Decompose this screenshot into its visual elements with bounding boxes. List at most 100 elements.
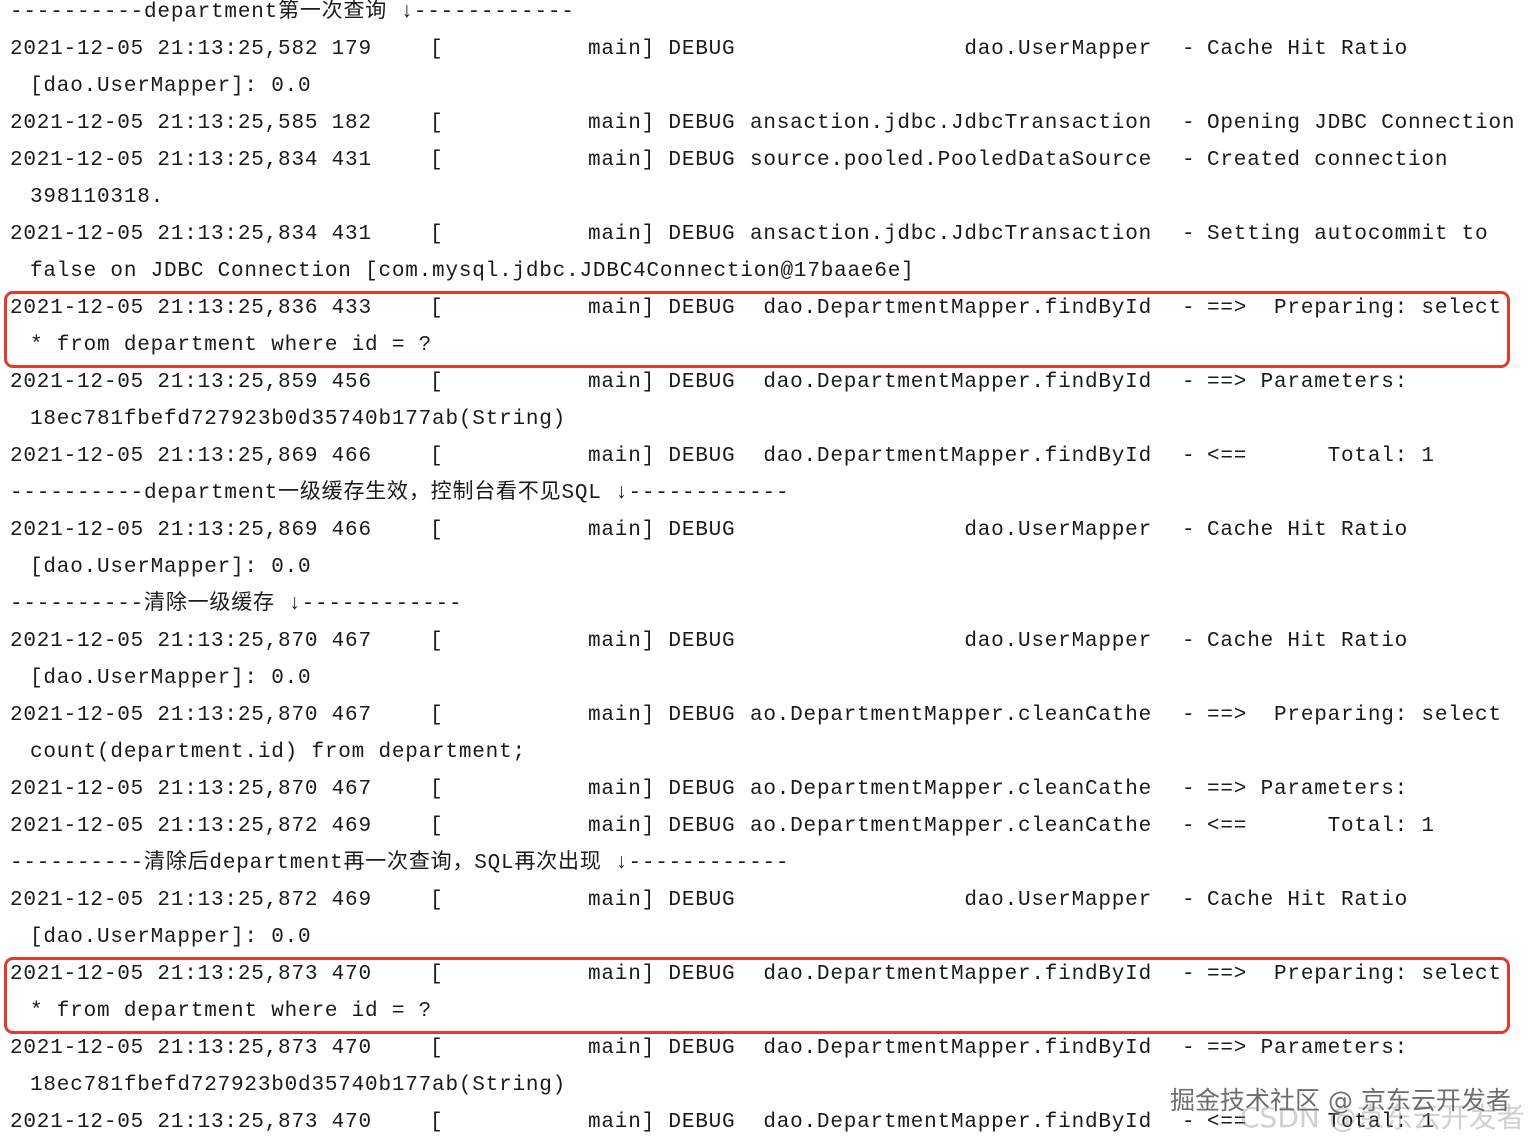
- log-continuation-text: 18ec781fbefd727923b0d35740b177ab(String): [30, 1074, 567, 1097]
- log-timestamp: 2021-12-05 21:13:25,582 179: [10, 38, 372, 61]
- log-continuation-text: [dao.UserMapper]: 0.0: [30, 667, 312, 690]
- log-thread-level: main] DEBUG: [588, 1037, 736, 1060]
- log-continuation: [dao.UserMapper]: 0.0: [0, 549, 1536, 586]
- log-thread-level: main] DEBUG: [588, 519, 736, 542]
- log-message: <== Total: 1: [1207, 815, 1435, 838]
- log-dash: -: [1182, 1037, 1196, 1060]
- log-dash: -: [1182, 112, 1196, 135]
- log-thread-level: main] DEBUG: [588, 112, 736, 135]
- section-separator: ----------清除后department再一次查询，SQL再次出现 ↓--…: [0, 845, 1536, 882]
- log-logger: ansaction.jdbc.JdbcTransaction: [749, 112, 1152, 135]
- log-dash: -: [1182, 371, 1196, 394]
- log-message: ==> Parameters:: [1207, 778, 1409, 801]
- log-dash: -: [1182, 815, 1196, 838]
- log-dash: -: [1182, 889, 1196, 912]
- log-entry: 2021-12-05 21:13:25,873 470 [main] DEBUG d…: [0, 1030, 1536, 1067]
- log-timestamp: 2021-12-05 21:13:25,872 469: [10, 815, 372, 838]
- log-thread-level: main] DEBUG: [588, 778, 736, 801]
- log-bracket: [: [430, 519, 444, 542]
- log-message: Cache Hit Ratio: [1207, 889, 1409, 912]
- log-entry: 2021-12-05 21:13:25,859 456 [main] DEBUG d…: [0, 364, 1536, 401]
- log-continuation-text: [dao.UserMapper]: 0.0: [30, 926, 312, 949]
- log-logger: ao.DepartmentMapper.cleanCathe: [749, 815, 1152, 838]
- highlight-box: [4, 957, 1510, 1034]
- log-continuation: false on JDBC Connection [com.mysql.jdbc…: [0, 253, 1536, 290]
- log-entry: 2021-12-05 21:13:25,870 467 [main] DEBUG a…: [0, 771, 1536, 808]
- log-logger: dao.UserMapper: [964, 889, 1152, 912]
- log-message: Cache Hit Ratio: [1207, 38, 1409, 61]
- log-message: Created connection: [1207, 149, 1449, 172]
- section-separator: ----------department第一次查询 ↓------------: [0, 0, 1536, 31]
- log-logger: ao.DepartmentMapper.cleanCathe: [749, 704, 1152, 727]
- log-bracket: [: [430, 371, 444, 394]
- log-logger: dao.UserMapper: [964, 519, 1152, 542]
- log-continuation-text: 18ec781fbefd727923b0d35740b177ab(String): [30, 408, 567, 431]
- log-timestamp: 2021-12-05 21:13:25,872 469: [10, 889, 372, 912]
- log-thread-level: main] DEBUG: [588, 445, 736, 468]
- log-message: Cache Hit Ratio: [1207, 630, 1409, 653]
- log-continuation: 398110318.: [0, 179, 1536, 216]
- log-continuation-text: [dao.UserMapper]: 0.0: [30, 556, 312, 579]
- log-bracket: [: [430, 889, 444, 912]
- log-timestamp: 2021-12-05 21:13:25,834 431: [10, 223, 372, 246]
- log-entry: 2021-12-05 21:13:25,585 182 [ main] DEBUG a…: [0, 105, 1536, 142]
- log-timestamp: 2021-12-05 21:13:25,869 466: [10, 519, 372, 542]
- log-entry: 2021-12-05 21:13:25,834 431 [main] DEBUG s…: [0, 142, 1536, 179]
- log-bracket: [: [430, 1111, 444, 1134]
- log-message: Setting autocommit to: [1207, 223, 1489, 246]
- log-entry: 2021-12-05 21:13:25,869 466 [ main] DEBUG d…: [0, 512, 1536, 549]
- log-logger: dao.UserMapper: [964, 38, 1152, 61]
- log-timestamp: 2021-12-05 21:13:25,585 182: [10, 112, 372, 135]
- log-message: Cache Hit Ratio: [1207, 519, 1409, 542]
- log-logger: dao.DepartmentMapper.findById: [763, 445, 1152, 468]
- log-dash: -: [1182, 630, 1196, 653]
- log-continuation: count(department.id) from department;: [0, 734, 1536, 771]
- log-thread-level: main] DEBUG: [588, 1111, 736, 1134]
- log-bracket: [: [430, 704, 444, 727]
- log-logger: dao.DepartmentMapper.findById: [763, 1037, 1152, 1060]
- separator-text: ----------department一级缓存生效，控制台看不见SQL ↓--…: [10, 482, 790, 505]
- log-continuation: [dao.UserMapper]: 0.0: [0, 68, 1536, 105]
- log-message: ==> Parameters:: [1207, 371, 1409, 394]
- log-dash: -: [1182, 778, 1196, 801]
- log-dash: -: [1182, 223, 1196, 246]
- log-timestamp: 2021-12-05 21:13:25,869 466: [10, 445, 372, 468]
- log-entry: 2021-12-05 21:13:25,582 179 [main] DEBUG d…: [0, 31, 1536, 68]
- log-dash: -: [1182, 149, 1196, 172]
- log-timestamp: 2021-12-05 21:13:25,870 467: [10, 778, 372, 801]
- log-logger: ao.DepartmentMapper.cleanCathe: [749, 778, 1152, 801]
- log-dash: -: [1182, 704, 1196, 727]
- log-logger: ansaction.jdbc.JdbcTransaction: [749, 223, 1152, 246]
- log-message: <== Total: 1: [1207, 445, 1435, 468]
- log-dash: -: [1182, 1111, 1196, 1134]
- log-continuation-text: [dao.UserMapper]: 0.0: [30, 75, 312, 98]
- log-continuation-text: count(department.id) from department;: [30, 741, 526, 764]
- log-bracket: [: [430, 630, 444, 653]
- log-message: ==> Parameters:: [1207, 1037, 1409, 1060]
- log-entry: 2021-12-05 21:13:25,872 469 [main] DEBUG a…: [0, 808, 1536, 845]
- log-thread-level: main] DEBUG: [588, 704, 736, 727]
- section-separator: ----------department一级缓存生效，控制台看不见SQL ↓--…: [0, 475, 1536, 512]
- log-bracket: [: [430, 112, 444, 135]
- log-entry: 2021-12-05 21:13:25,834 431 [main] DEBUG a…: [0, 216, 1536, 253]
- separator-text: ----------清除一级缓存 ↓------------: [10, 593, 463, 616]
- log-logger: dao.DepartmentMapper.findById: [763, 371, 1152, 394]
- log-continuation: [dao.UserMapper]: 0.0: [0, 919, 1536, 956]
- log-dash: -: [1182, 445, 1196, 468]
- log-bracket: [: [430, 38, 444, 61]
- log-thread-level: main] DEBUG: [588, 815, 736, 838]
- log-bracket: [: [430, 445, 444, 468]
- log-continuation: 18ec781fbefd727923b0d35740b177ab(String): [0, 401, 1536, 438]
- log-logger: source.pooled.PooledDataSource: [749, 149, 1152, 172]
- log-dash: -: [1182, 38, 1196, 61]
- log-continuation-text: false on JDBC Connection [com.mysql.jdbc…: [30, 260, 915, 283]
- log-entry: 2021-12-05 21:13:25,872 469 [main] DEBUG d…: [0, 882, 1536, 919]
- log-dash: -: [1182, 519, 1196, 542]
- log-continuation: [dao.UserMapper]: 0.0: [0, 660, 1536, 697]
- log-message: Opening JDBC Connection: [1207, 112, 1516, 135]
- log-entry: 2021-12-05 21:13:25,869 466 [ main] DEBUG d…: [0, 438, 1536, 475]
- highlight-box: [4, 291, 1510, 368]
- log-entry: 2021-12-05 21:13:25,873 470 [main] DEBUG d…: [0, 1104, 1536, 1141]
- log-timestamp: 2021-12-05 21:13:25,873 470: [10, 1111, 372, 1134]
- section-separator: ----------清除一级缓存 ↓------------: [0, 586, 1536, 623]
